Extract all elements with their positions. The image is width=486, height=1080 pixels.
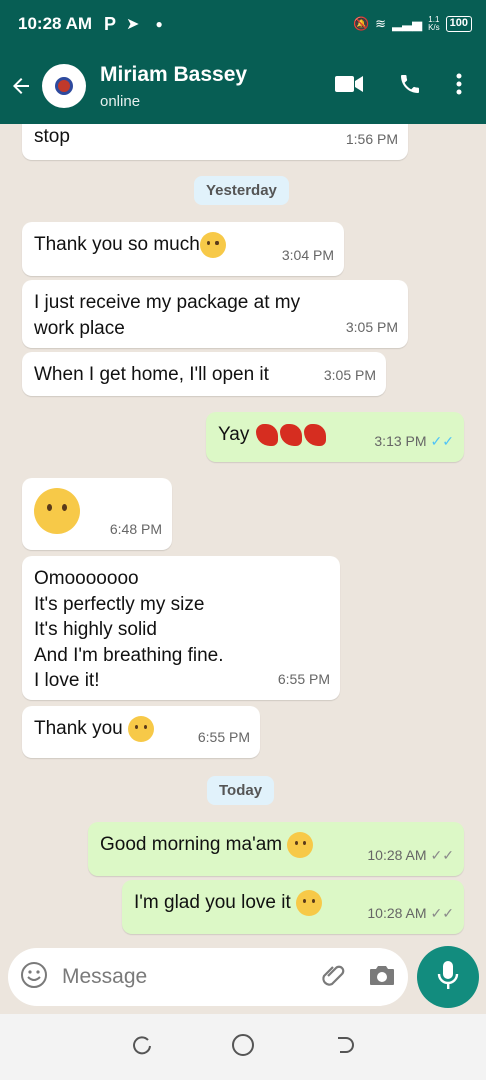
date-divider: Today [207,776,275,805]
incoming-message[interactable]: Thank you so much 3:04 PM [22,222,344,276]
blushing-face-icon [199,232,226,258]
delivered-receipt-icon: ✓✓ [430,905,454,921]
delivered-receipt-icon: ✓✓ [430,847,454,863]
more-notifications-icon: ● [155,17,163,31]
smiling-face-icon [128,716,155,742]
recent-apps-icon[interactable] [130,1034,152,1061]
composer: Message [0,944,486,1014]
system-nav-bar [0,1014,486,1080]
mute-bell-icon: 🔕 [352,16,370,31]
incoming-message[interactable]: Thank you 6:55 PM [22,706,260,758]
incoming-message[interactable]: 6:48 PM [22,478,172,550]
chat-header: Miriam Bassey online [0,48,486,124]
back-nav-icon[interactable] [334,1034,356,1061]
home-icon[interactable] [231,1033,255,1062]
contact-name: Miriam Bassey [100,62,248,86]
read-receipt-icon: ✓✓ [430,433,454,449]
contact-info[interactable]: Miriam Bassey online [100,63,334,110]
incoming-message[interactable]: Omooooooo It's perfectly my size It's hi… [22,556,340,700]
notification-app-icon: ➤ [126,16,140,33]
avatar[interactable] [42,64,86,108]
battery-icon: 100 [445,16,472,32]
parking-app-icon: P [104,13,117,34]
contact-status: online [100,92,141,110]
outgoing-message[interactable]: Yay 3:13 PM ✓✓ [206,412,464,462]
status-time: 10:28 AM [18,14,93,33]
incoming-message[interactable]: I just receive my package at my work pla… [22,280,408,348]
smiley-face-icon [34,488,80,534]
outgoing-message[interactable]: Good morning ma'am 10:28 AM ✓✓ [88,822,464,876]
outgoing-message[interactable]: I'm glad you love it 10:28 AM ✓✓ [122,880,464,934]
wifi-icon: ≋ [375,16,387,31]
network-speed: 1.1 K/s [428,15,440,32]
incoming-message[interactable]: stop 1:56 PM [22,124,408,160]
camera-icon[interactable] [368,963,396,992]
smiling-hearts-face-icon [296,890,323,916]
video-call-icon[interactable] [334,73,364,100]
emoji-icon[interactable] [20,961,48,994]
date-divider: Yesterday [194,176,289,205]
microphone-icon [437,960,459,995]
message-input[interactable]: Message [8,948,408,1006]
attach-icon[interactable] [320,962,346,993]
back-arrow-icon[interactable] [0,74,42,98]
heart-eyes-face-icon [287,832,314,858]
voice-message-button[interactable] [417,946,479,1008]
dancer-emoji-icon [255,423,327,446]
message-placeholder: Message [62,965,148,988]
phone-call-icon[interactable] [398,72,422,101]
signal-icon: ▂▃▅ [392,16,423,31]
more-options-icon[interactable] [456,72,462,101]
incoming-message[interactable]: When I get home, I'll open it 3:05 PM [22,352,386,396]
message-list[interactable]: stop 1:56 PM Yesterday Thank you so much… [0,124,486,944]
status-bar: 10:28 AM P ➤ ● 🔕 ≋ ▂▃▅ 1.1 K/s 100 [0,0,486,48]
